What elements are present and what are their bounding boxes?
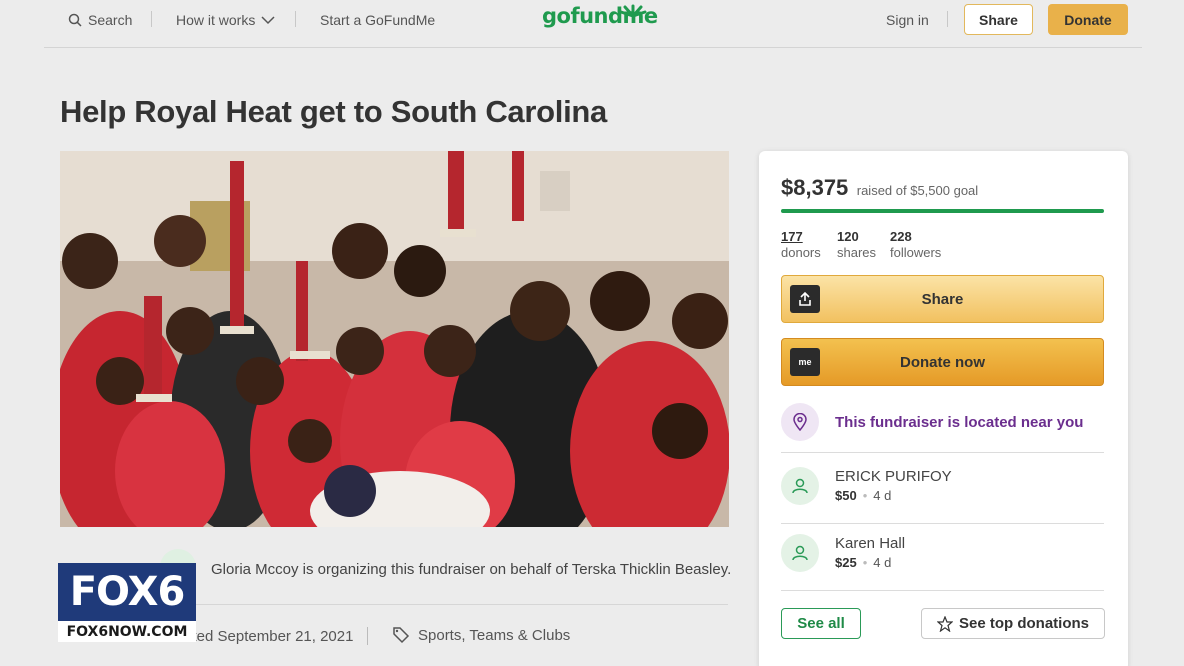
donation-amount: $25 — [835, 555, 857, 570]
chevron-down-icon — [261, 16, 275, 25]
donate-now-label: Donate now — [900, 353, 985, 371]
stat-followers: 228 followers — [890, 229, 941, 261]
logo-sprout-icon — [619, 4, 647, 17]
start-label: Start a GoFundMe — [320, 12, 436, 28]
donate-button-top[interactable]: Donate — [1048, 4, 1128, 35]
share-icon — [790, 285, 820, 313]
see-top-label: See top donations — [958, 615, 1089, 632]
stat-value: 177 — [781, 229, 803, 244]
location-notice: This fundraiser is located near you — [781, 403, 1083, 441]
team-photo-illustration — [60, 151, 729, 527]
location-text: This fundraiser is located near you — [835, 413, 1084, 431]
nav-divider — [151, 11, 152, 27]
nav-divider — [295, 11, 296, 27]
search-link[interactable]: Search — [68, 12, 132, 28]
meta-divider — [367, 627, 368, 645]
organizer-text: Gloria Mccoy is organizing this fundrais… — [211, 561, 732, 578]
how-it-works-menu[interactable]: How it works — [176, 12, 275, 28]
fox6-site: FOX6NOW.COM — [58, 621, 196, 642]
donate-now-button[interactable]: me Donate now — [781, 338, 1104, 386]
signin-link[interactable]: Sign in — [886, 12, 929, 28]
donor-name: ERICK PURIFOY — [835, 468, 952, 485]
divider — [781, 452, 1104, 453]
donor-name: Karen Hall — [835, 535, 906, 552]
fox6-watermark: FOX6 FOX6NOW.COM — [58, 563, 196, 642]
fox6-brand: FOX6 — [58, 563, 196, 621]
search-label: Search — [88, 12, 133, 28]
stat-value: 120 — [837, 229, 859, 244]
gofundme-badge-icon: me — [790, 348, 820, 376]
stat-label: donors — [781, 245, 821, 260]
donation-amount: $50 — [835, 488, 857, 503]
category-label: Sports, Teams & Clubs — [418, 626, 571, 644]
search-icon — [68, 13, 82, 27]
stat-label: shares — [837, 245, 877, 260]
star-icon — [936, 615, 953, 632]
stat-label: followers — [890, 245, 942, 260]
share-button-top[interactable]: Share — [964, 4, 1033, 35]
progress-bar — [781, 209, 1104, 213]
raised-amount: $8,375 — [781, 175, 849, 200]
donation-item: ERICK PURIFOY $50 • 4 d — [781, 467, 952, 505]
donation-meta: $50 • 4 d — [835, 488, 892, 503]
start-fundraiser-link[interactable]: Start a GoFundMe — [320, 12, 435, 28]
nav-divider — [947, 11, 948, 27]
divider — [160, 604, 728, 605]
donation-meta: $25 • 4 d — [835, 555, 892, 570]
divider — [781, 590, 1104, 591]
donor-icon — [781, 467, 819, 505]
donor-icon — [781, 534, 819, 572]
raised-summary: $8,375 raised of $5,500 goal — [781, 175, 978, 201]
donation-item: Karen Hall $25 • 4 d — [781, 534, 905, 572]
progress-fill — [781, 209, 1104, 213]
category-link[interactable]: Sports, Teams & Clubs — [392, 626, 570, 644]
see-top-donations-button[interactable]: See top donations — [921, 608, 1105, 639]
stat-shares: 120 shares — [837, 229, 876, 261]
campaign-title: Help Royal Heat get to South Carolina — [60, 94, 607, 129]
tag-icon — [393, 627, 410, 644]
goal-text: raised of $5,500 goal — [856, 183, 979, 198]
share-button[interactable]: Share — [781, 275, 1104, 323]
divider — [781, 523, 1104, 524]
top-nav: Search How it works Start a GoFundMe gof… — [44, 0, 1142, 48]
share-button-label: Share — [921, 290, 964, 308]
donation-card: $8,375 raised of $5,500 goal 177 donors … — [759, 151, 1128, 666]
see-all-button[interactable]: See all — [781, 608, 861, 639]
how-it-works-label: How it works — [176, 12, 256, 28]
donation-time: 4 d — [873, 555, 892, 570]
campaign-photo — [60, 151, 729, 527]
stat-donors[interactable]: 177 donors — [781, 229, 821, 261]
location-pin-icon — [781, 403, 819, 441]
donation-time: 4 d — [873, 488, 892, 503]
signin-label: Sign in — [886, 12, 929, 28]
stat-value: 228 — [890, 229, 912, 244]
